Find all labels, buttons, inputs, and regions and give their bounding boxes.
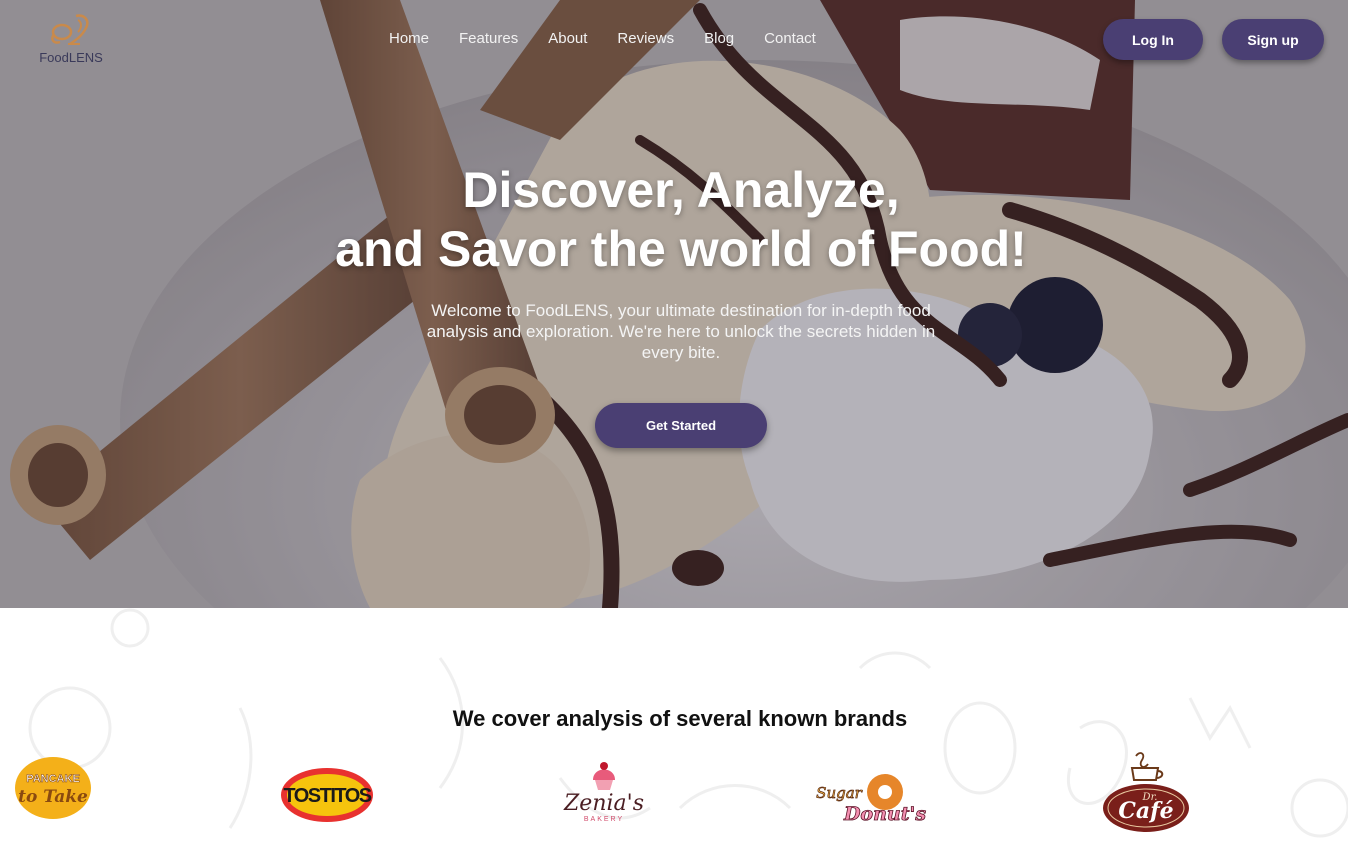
hero-title-line-2: and Savor the world of Food! [335,221,1027,277]
get-started-button[interactable]: Get Started [595,403,767,448]
brand-logo[interactable]: FoodLENS [36,10,106,65]
hero-subtitle: Welcome to FoodLENS, your ultimate desti… [426,301,936,362]
nav-item-blog[interactable]: Blog [704,30,734,47]
sugar-donuts-line-2: Donut's [843,803,926,825]
brand-logo-sugar-donuts: Sugar Donut's [815,768,933,833]
pancake-line-1: PANCAKE [26,773,80,785]
spoon-whisk-logo-icon [51,14,89,46]
nav-item-contact[interactable]: Contact [764,30,816,47]
brand-name: FoodLENS [39,50,103,65]
brand-logo-pancake-to-take: PANCAKE to Take [14,756,92,825]
nav-item-home[interactable]: Home [389,30,429,47]
brands-title: We cover analysis of several known brand… [452,706,908,731]
brands-section: We cover analysis of several known brand… [0,608,1348,851]
nav-item-features[interactable]: Features [459,30,518,47]
brand-logo-zenias-bakery: Zenia's BAKERY [555,758,653,829]
dr-cafe-line-2: Café [1118,798,1173,824]
pancake-line-2: to Take [18,787,88,807]
signup-button[interactable]: Sign up [1222,19,1324,60]
tostitos-wordmark: TOSTITOS [283,785,371,807]
nav-item-about[interactable]: About [548,30,587,47]
hero-section: FoodLENS Home Features About Reviews Blo… [0,0,1348,608]
brand-logo-dr-cafe: Dr. Café [1100,750,1192,839]
sugar-donuts-line-1: Sugar [816,784,862,802]
hero-title-line-1: Discover, Analyze, [462,162,900,218]
main-nav: Home Features About Reviews Blog Contact [389,30,846,47]
login-button[interactable]: Log In [1103,19,1203,60]
nav-item-reviews[interactable]: Reviews [617,30,674,47]
zenias-subtitle: BAKERY [584,816,624,823]
brand-logo-tostitos: TOSTITOS [278,766,376,829]
zenias-wordmark: Zenia's [563,791,644,816]
